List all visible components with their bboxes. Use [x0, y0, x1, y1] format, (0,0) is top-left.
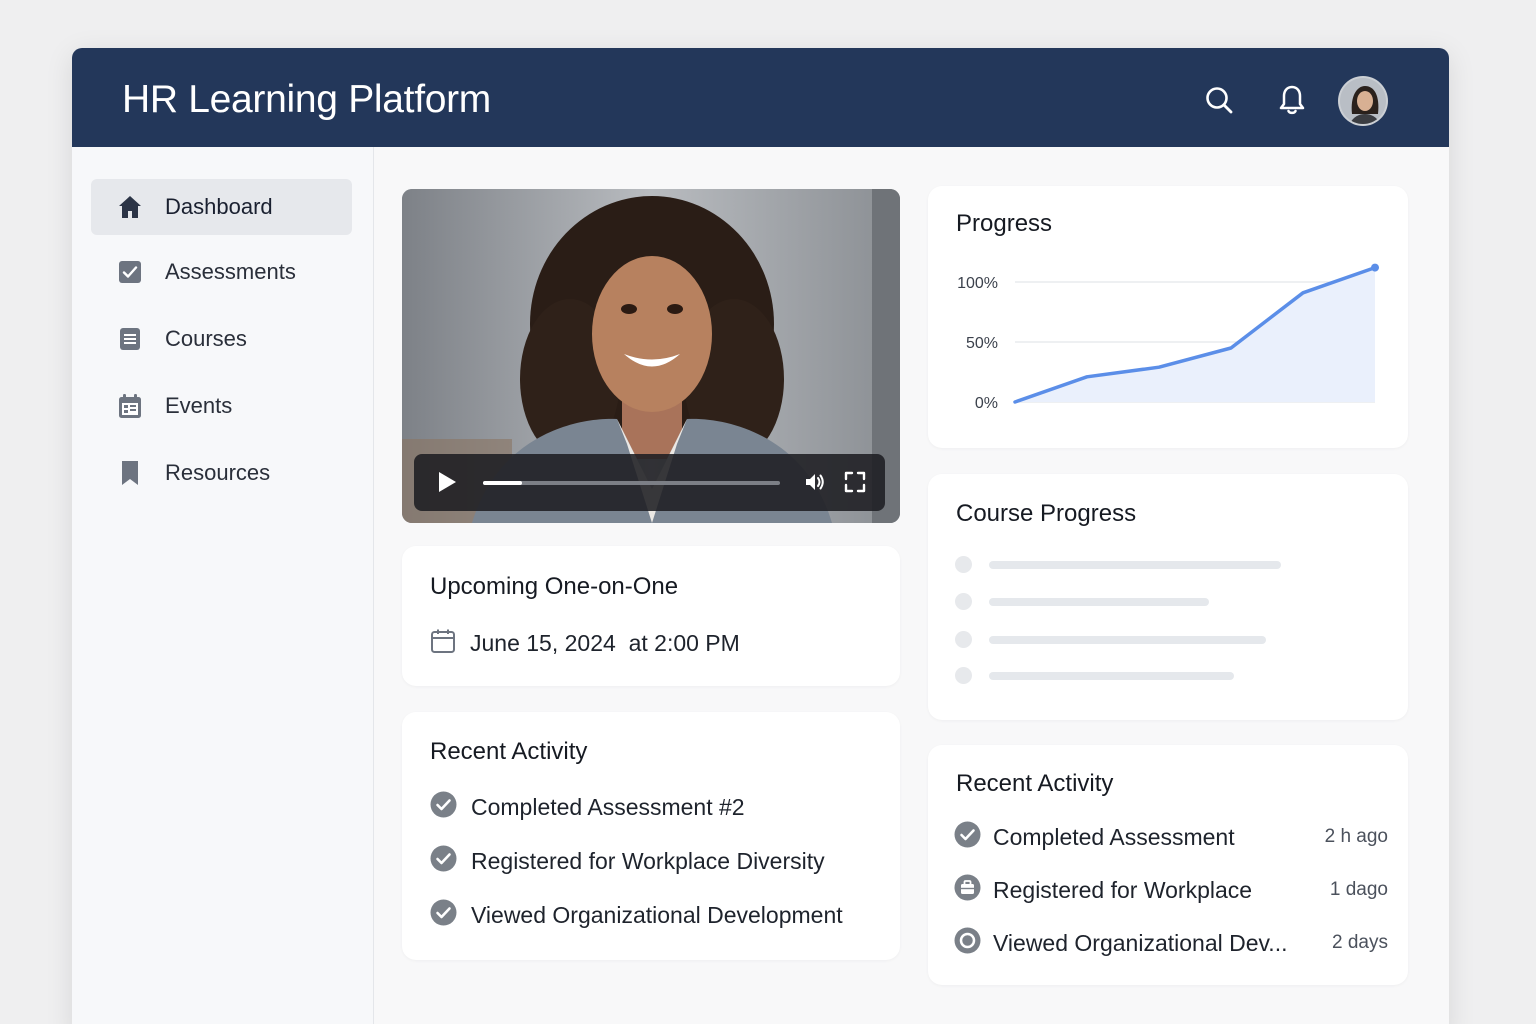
calendar-icon [430, 628, 456, 659]
recent-activity-title: Recent Activity [430, 738, 588, 765]
sidebar-item-resources[interactable]: Resources [91, 445, 352, 501]
list-item[interactable]: Registered for Workplace Diversity [430, 845, 870, 877]
one-on-one-title: Upcoming One-on-One [430, 573, 679, 600]
list-item[interactable]: Completed Assessment 2 h ago [954, 821, 1388, 853]
top-bar: HR Learning Platform [72, 48, 1449, 147]
list-item[interactable]: Viewed Organizational Development [430, 899, 870, 931]
activity-text: Registered for Workplace Diversity [471, 847, 825, 874]
sidebar-item-courses[interactable]: Courses [91, 311, 352, 367]
check-circle-icon [430, 899, 457, 931]
search-icon[interactable] [1201, 82, 1237, 118]
recent-activity-title: Recent Activity [956, 770, 1114, 797]
course-progress-title: Course Progress [956, 500, 1137, 527]
activity-time: 2 h ago [1324, 826, 1388, 847]
bookmark-icon [115, 458, 145, 488]
course-progress-bar [989, 561, 1281, 569]
checkbox-icon [115, 257, 145, 287]
chart-end-point [1371, 263, 1379, 272]
sidebar-item-label: Assessments [165, 259, 296, 284]
record-circle-icon [954, 927, 981, 959]
sidebar-item-label: Events [165, 393, 233, 418]
recent-activity-card-left: Recent Activity Completed Assessment #2 … [402, 712, 900, 960]
progress-card: Progress 100% 50% 0% [928, 186, 1408, 448]
course-progress-dot [955, 593, 972, 610]
home-icon [115, 192, 145, 222]
course-progress-card: Course Progress [928, 474, 1408, 720]
course-progress-bar [989, 672, 1234, 680]
y-tick-label: 50% [966, 335, 998, 352]
video-progress-track[interactable] [483, 481, 780, 485]
calendar-icon [115, 391, 145, 421]
fullscreen-icon[interactable] [844, 471, 866, 498]
activity-text: Registered for Workplace [993, 876, 1253, 903]
recent-activity-card-right: Recent Activity Completed Assessment 2 h… [928, 745, 1408, 985]
one-on-one-card: Upcoming One-on-One June 15, 2024 at 2:0… [402, 546, 900, 686]
check-circle-icon [954, 821, 981, 853]
check-circle-icon [430, 791, 457, 823]
volume-icon[interactable] [803, 470, 827, 499]
app-title: HR Learning Platform [122, 78, 491, 121]
list-item[interactable]: Viewed Organizational Dev... 2 days [954, 927, 1388, 959]
activity-text: Completed Assessment #2 [471, 793, 745, 820]
list-item[interactable]: Completed Assessment #2 [430, 791, 870, 823]
sidebar-item-assessments[interactable]: Assessments [91, 244, 352, 300]
activity-text: Viewed Organizational Dev... [993, 929, 1288, 956]
user-avatar[interactable] [1338, 76, 1388, 126]
video-progress-fill [483, 481, 522, 485]
progress-chart: 100% 50% 0% [957, 263, 1379, 412]
video-controls [414, 454, 885, 511]
sidebar-item-label: Resources [165, 460, 271, 485]
course-progress-dot [955, 667, 972, 684]
course-progress-dot [955, 631, 972, 648]
y-tick-label: 0% [975, 395, 998, 412]
briefcase-icon [954, 874, 981, 906]
activity-time: 2 days [1332, 932, 1388, 953]
sidebar: Dashboard Assessments Courses Events Res… [72, 147, 374, 1024]
course-progress-dot [955, 556, 972, 573]
video-player[interactable] [402, 189, 900, 523]
course-progress-bar [989, 598, 1209, 606]
bell-icon[interactable] [1274, 82, 1310, 118]
list-item[interactable]: Registered for Workplace 1 dago [954, 874, 1388, 906]
document-icon [115, 324, 145, 354]
check-circle-icon [430, 845, 457, 877]
play-icon[interactable] [436, 470, 458, 499]
activity-text: Completed Assessment [993, 823, 1235, 850]
sidebar-item-dashboard[interactable]: Dashboard [91, 179, 352, 235]
activity-time: 1 dago [1329, 879, 1388, 900]
one-on-one-datetime: June 15, 2024 at 2:00 PM [470, 630, 740, 656]
app-window: HR Learning Platform Dashboard Assessmen… [72, 48, 1449, 1024]
sidebar-item-label: Courses [165, 326, 247, 351]
sidebar-item-events[interactable]: Events [91, 378, 352, 434]
activity-text: Viewed Organizational Development [471, 901, 843, 928]
y-tick-label: 100% [957, 275, 998, 292]
one-on-one-datetime-row: June 15, 2024 at 2:00 PM [430, 628, 740, 659]
sidebar-item-label: Dashboard [165, 194, 273, 219]
course-progress-bar [989, 636, 1266, 644]
